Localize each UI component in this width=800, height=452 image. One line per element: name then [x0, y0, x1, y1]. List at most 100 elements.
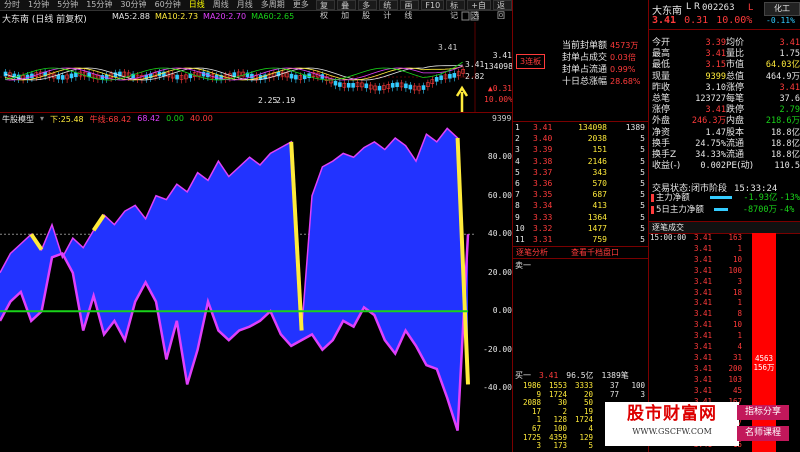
bid-row[interactable]: 11 3.31 759 5: [515, 234, 647, 245]
tick-price: 3.41: [694, 265, 713, 275]
queue-cell: 77: [609, 389, 619, 399]
sector-badge[interactable]: 化工: [764, 2, 800, 16]
candle: [368, 82, 373, 94]
quote-value: 0.002: [700, 161, 726, 172]
quote-key: 涨停: [652, 105, 671, 116]
quote-value: 218.6万: [765, 116, 800, 127]
quote-key: 涨停: [726, 82, 745, 93]
flow-value: -1.93亿: [743, 193, 778, 203]
ma-value: 2.65: [276, 12, 295, 21]
period-tab[interactable]: 日线: [187, 0, 207, 10]
tick-vol: 10: [732, 254, 742, 264]
quote-value: 3.41: [779, 82, 800, 93]
bid-price: 3.34: [533, 201, 553, 211]
tick-vol: 8: [737, 309, 742, 319]
price-chart[interactable]: [0, 22, 512, 112]
bid-row[interactable]: 10 3.32 1477 5: [515, 223, 647, 234]
indicator-chart[interactable]: [0, 124, 512, 452]
candle: [417, 83, 421, 95]
lr-icon[interactable]: L R: [686, 2, 700, 12]
quote-cell: 外盘 246.3万: [652, 116, 726, 127]
toolbar-button[interactable]: 叠加: [337, 0, 357, 20]
seal-row: 封单占成交 0.03倍: [562, 52, 641, 64]
sell1-label: 卖一: [515, 260, 531, 271]
indicator-axis-tick: 20.00: [487, 267, 512, 277]
share-indicator-button[interactable]: 指标分享: [737, 405, 789, 420]
period-tab[interactable]: 多周期: [259, 0, 287, 10]
toolbar-button[interactable]: 返回: [492, 0, 513, 20]
tick-price: 3.41: [694, 254, 713, 264]
bid-row[interactable]: 5 3.37 343 5: [515, 167, 647, 178]
period-tab[interactable]: 1分钟: [26, 0, 51, 10]
period-adjust-icon[interactable]: [460, 10, 480, 22]
bid-extra: 5: [640, 179, 645, 189]
toolbar-button[interactable]: +自选: [467, 0, 491, 20]
period-tab[interactable]: 分时: [2, 0, 22, 10]
bid-row[interactable]: 1 3.41 134098 1389: [515, 122, 647, 133]
candle: [144, 71, 149, 83]
tick-price: 3.41: [694, 276, 713, 286]
flow-value: -8700万: [742, 205, 777, 215]
bid-row[interactable]: 7 3.35 687 5: [515, 189, 647, 200]
right-pct2: 10.00%: [484, 95, 513, 104]
bid-row[interactable]: 6 3.36 570 5: [515, 178, 647, 189]
bid-price: 3.40: [533, 134, 553, 144]
limit-up-tag: 3连板: [516, 54, 546, 69]
flow-bar: [714, 208, 728, 211]
toolbar-button[interactable]: 复权: [316, 0, 336, 20]
toolbar-button[interactable]: F10: [421, 0, 445, 10]
candle: [448, 71, 452, 83]
quote-cell: 跌停 2.79: [726, 105, 800, 116]
candle: [188, 70, 193, 82]
bid-row[interactable]: 2 3.40 2038 5: [515, 133, 647, 144]
bid-level: 5: [515, 167, 520, 177]
quote-value: 18.8亿: [771, 127, 800, 138]
tab-tick-analysis[interactable]: 逐笔分析: [513, 247, 571, 258]
bid-price: 3.36: [533, 179, 553, 189]
bid-row[interactable]: 3 3.39 151 5: [515, 144, 647, 155]
period-tab[interactable]: 5分钟: [55, 0, 80, 10]
period-tab[interactable]: 15分钟: [84, 0, 114, 10]
period-tab[interactable]: 30分钟: [118, 0, 148, 10]
tick-price: 3.41: [694, 320, 713, 330]
tick-row: 3.41 10: [650, 255, 750, 266]
candle: [346, 80, 351, 92]
quote-key: 最低: [652, 60, 671, 71]
bid-row[interactable]: 9 3.33 1364 5: [515, 212, 647, 223]
bid-extra: 5: [640, 156, 645, 166]
candle: [324, 73, 329, 85]
period-tab[interactable]: 周线: [211, 0, 231, 10]
indicator-legend-value: 68.42: [137, 114, 161, 123]
tick-price: 3.41: [694, 352, 713, 362]
bid-row[interactable]: 4 3.38 2146 5: [515, 156, 647, 167]
tab-thousand-depth[interactable]: 查看千档盘口: [571, 247, 648, 258]
period-tab[interactable]: 60分钟: [153, 0, 183, 10]
seal-label: 封单占流通: [562, 65, 608, 75]
candle: [16, 71, 21, 83]
quote-key: 收益(-): [652, 161, 681, 172]
course-button[interactable]: 名师课程: [737, 426, 789, 441]
toolbar-button[interactable]: 画线: [400, 0, 420, 20]
quote-change: 0.31: [684, 15, 709, 26]
sector-change: -0.11%: [766, 16, 795, 25]
toolbar-button[interactable]: 标记: [446, 0, 466, 20]
candle: [382, 82, 386, 94]
candle: [351, 80, 355, 92]
toolbar-button[interactable]: 多股: [358, 0, 378, 20]
candle: [179, 72, 184, 84]
order-tabs: 逐笔分析 查看千档盘口: [513, 246, 648, 259]
bid-row[interactable]: 8 3.34 413 5: [515, 200, 647, 211]
quote-cell: 换手 24.75%: [652, 139, 726, 150]
candle: [38, 68, 43, 80]
indicator-axis-tick: 0.00: [492, 306, 512, 316]
toolbar-button[interactable]: 统计: [379, 0, 399, 20]
quote-key: 流通: [726, 138, 745, 149]
period-tab[interactable]: 月线: [235, 0, 255, 10]
period-tab[interactable]: 更多: [291, 0, 311, 10]
candle: [390, 80, 395, 92]
quote-key: 现量: [652, 71, 671, 82]
tick-vol: 1: [737, 243, 742, 253]
bid-price: 3.32: [533, 223, 553, 233]
quote-key: 内盘: [726, 116, 745, 127]
quote-value: 123727: [695, 94, 726, 105]
